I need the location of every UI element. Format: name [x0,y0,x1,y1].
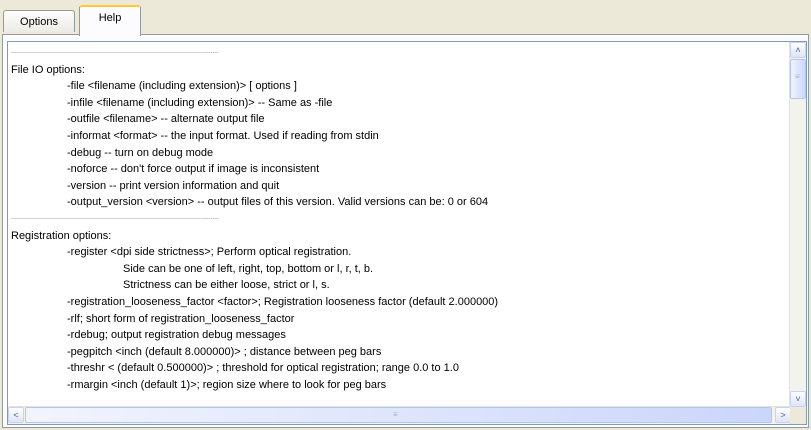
help-text-line: -version -- print version information an… [67,179,280,192]
help-text-line: -output_version <version> -- output file… [67,196,489,209]
scroll-down-icon: ˅ [795,394,801,404]
vertical-scrollbar[interactable]: ˄ ≡ ˅ [789,42,806,407]
help-text-line: Side can be one of left, right, top, bot… [123,262,374,275]
help-text-line: -infile <filename (including extension)>… [67,96,333,109]
help-text-line: -pegpitch <inch (default 8.000000)> ; di… [67,345,382,358]
scroll-up-icon: ˄ [795,45,801,55]
scroll-left-icon: < [13,410,19,420]
help-text-line: -outfile <filename> -- alternate output … [67,113,265,126]
tab-panel-help: ----------------------------------------… [2,34,809,428]
help-text-content: ----------------------------------------… [8,42,791,407]
separator-line: ----------------------------------------… [11,50,219,56]
scroll-right-button[interactable]: > [775,407,791,423]
help-text-line: -file <filename (including extension)> [… [67,80,297,93]
horizontal-scroll-thumb[interactable]: ≡ [25,407,772,423]
help-text-line: -rmargin <inch (default 1)>; region size… [67,378,387,391]
grip-icon: ≡ [393,410,398,419]
help-text-line: -rlf; short form of registration_loosene… [67,312,295,325]
help-text-line: File IO options: [11,63,85,76]
scroll-left-button[interactable]: < [8,407,24,423]
scroll-down-button[interactable]: ˅ [790,391,806,407]
grip-icon: ≡ [795,72,800,81]
help-text-line: -register <dpi side strictness>; Perform… [67,246,352,259]
help-text-line: -threshr < (default 0.500000)> ; thresho… [67,362,459,375]
help-text-line: -debug -- turn on debug mode [67,146,214,159]
tab-bar: Options Help [0,0,811,36]
vertical-scroll-thumb[interactable]: ≡ [790,59,806,99]
tab-help[interactable]: Help [79,5,141,36]
help-text-area[interactable]: ----------------------------------------… [7,41,807,425]
scroll-up-button[interactable]: ˄ [790,42,806,58]
help-text-line: Strictness can be either loose, strict o… [123,279,330,292]
help-text-line: -registration_looseness_factor <factor>;… [67,295,499,308]
help-text-line: -noforce -- don't force output if image … [67,163,320,176]
scrollbar-corner [790,407,806,424]
tab-options-label: Options [20,15,58,28]
separator-line: ----------------------------------------… [11,215,219,222]
help-text-line: Registration options: [11,229,112,242]
help-text-line: -rdebug; output registration debug messa… [67,329,286,342]
help-text-line: -informat <format> -- the input format. … [67,129,379,142]
scroll-right-icon: > [780,410,786,420]
tab-options[interactable]: Options [3,10,75,32]
horizontal-scrollbar[interactable]: < ≡ > [8,406,791,424]
tab-help-label: Help [98,11,122,24]
